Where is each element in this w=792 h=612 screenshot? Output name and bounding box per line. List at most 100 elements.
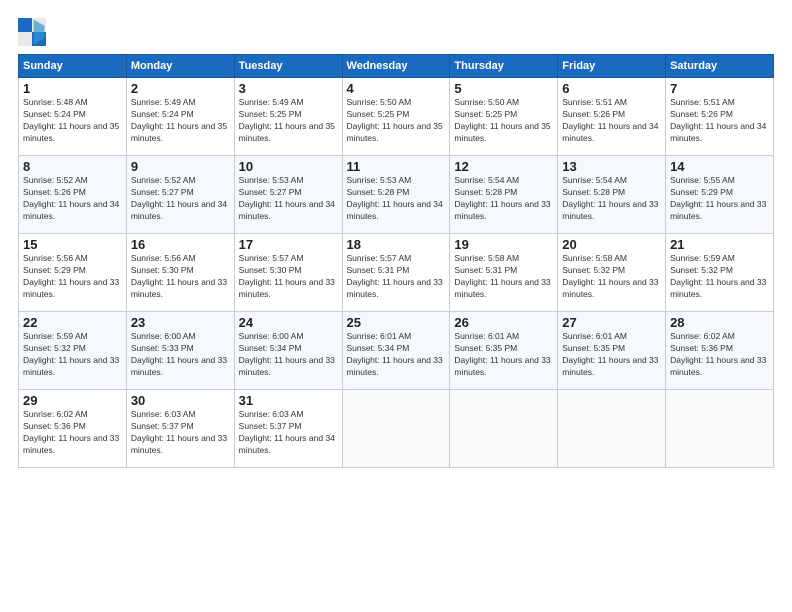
calendar-cell: 26 Sunrise: 6:01 AM Sunset: 5:35 PM Dayl… [450, 312, 558, 390]
calendar-cell: 24 Sunrise: 6:00 AM Sunset: 5:34 PM Dayl… [234, 312, 342, 390]
calendar-header-thursday: Thursday [450, 55, 558, 78]
calendar-cell: 11 Sunrise: 5:53 AM Sunset: 5:28 PM Dayl… [342, 156, 450, 234]
calendar-week-3: 15 Sunrise: 5:56 AM Sunset: 5:29 PM Dayl… [19, 234, 774, 312]
day-info: Sunrise: 5:50 AM Sunset: 5:25 PM Dayligh… [347, 97, 446, 145]
day-number: 23 [131, 315, 230, 330]
day-number: 12 [454, 159, 553, 174]
calendar-cell: 9 Sunrise: 5:52 AM Sunset: 5:27 PM Dayli… [126, 156, 234, 234]
calendar-header-friday: Friday [558, 55, 666, 78]
calendar-cell: 22 Sunrise: 5:59 AM Sunset: 5:32 PM Dayl… [19, 312, 127, 390]
day-number: 13 [562, 159, 661, 174]
day-info: Sunrise: 6:00 AM Sunset: 5:33 PM Dayligh… [131, 331, 230, 379]
calendar-cell: 23 Sunrise: 6:00 AM Sunset: 5:33 PM Dayl… [126, 312, 234, 390]
day-number: 4 [347, 81, 446, 96]
day-number: 22 [23, 315, 122, 330]
day-number: 3 [239, 81, 338, 96]
day-number: 17 [239, 237, 338, 252]
calendar-header-saturday: Saturday [666, 55, 774, 78]
page: SundayMondayTuesdayWednesdayThursdayFrid… [0, 0, 792, 478]
day-number: 8 [23, 159, 122, 174]
calendar-cell: 7 Sunrise: 5:51 AM Sunset: 5:26 PM Dayli… [666, 78, 774, 156]
calendar-cell [450, 390, 558, 468]
calendar-cell: 27 Sunrise: 6:01 AM Sunset: 5:35 PM Dayl… [558, 312, 666, 390]
day-number: 31 [239, 393, 338, 408]
day-info: Sunrise: 5:56 AM Sunset: 5:29 PM Dayligh… [23, 253, 122, 301]
calendar-cell: 16 Sunrise: 5:56 AM Sunset: 5:30 PM Dayl… [126, 234, 234, 312]
calendar-cell: 5 Sunrise: 5:50 AM Sunset: 5:25 PM Dayli… [450, 78, 558, 156]
day-number: 9 [131, 159, 230, 174]
calendar-cell: 19 Sunrise: 5:58 AM Sunset: 5:31 PM Dayl… [450, 234, 558, 312]
day-number: 28 [670, 315, 769, 330]
day-info: Sunrise: 5:57 AM Sunset: 5:31 PM Dayligh… [347, 253, 446, 301]
calendar-cell [342, 390, 450, 468]
day-info: Sunrise: 5:54 AM Sunset: 5:28 PM Dayligh… [454, 175, 553, 223]
day-info: Sunrise: 6:02 AM Sunset: 5:36 PM Dayligh… [670, 331, 769, 379]
calendar-cell: 10 Sunrise: 5:53 AM Sunset: 5:27 PM Dayl… [234, 156, 342, 234]
day-number: 10 [239, 159, 338, 174]
calendar-cell: 28 Sunrise: 6:02 AM Sunset: 5:36 PM Dayl… [666, 312, 774, 390]
day-info: Sunrise: 5:49 AM Sunset: 5:25 PM Dayligh… [239, 97, 338, 145]
day-info: Sunrise: 5:49 AM Sunset: 5:24 PM Dayligh… [131, 97, 230, 145]
day-number: 7 [670, 81, 769, 96]
calendar-cell: 30 Sunrise: 6:03 AM Sunset: 5:37 PM Dayl… [126, 390, 234, 468]
calendar-cell: 21 Sunrise: 5:59 AM Sunset: 5:32 PM Dayl… [666, 234, 774, 312]
calendar-cell: 15 Sunrise: 5:56 AM Sunset: 5:29 PM Dayl… [19, 234, 127, 312]
logo [18, 18, 50, 46]
calendar-cell: 25 Sunrise: 6:01 AM Sunset: 5:34 PM Dayl… [342, 312, 450, 390]
day-info: Sunrise: 6:01 AM Sunset: 5:35 PM Dayligh… [454, 331, 553, 379]
calendar-cell: 20 Sunrise: 5:58 AM Sunset: 5:32 PM Dayl… [558, 234, 666, 312]
calendar-cell: 4 Sunrise: 5:50 AM Sunset: 5:25 PM Dayli… [342, 78, 450, 156]
day-info: Sunrise: 5:59 AM Sunset: 5:32 PM Dayligh… [23, 331, 122, 379]
calendar-cell: 3 Sunrise: 5:49 AM Sunset: 5:25 PM Dayli… [234, 78, 342, 156]
day-number: 20 [562, 237, 661, 252]
day-number: 2 [131, 81, 230, 96]
day-info: Sunrise: 5:59 AM Sunset: 5:32 PM Dayligh… [670, 253, 769, 301]
calendar-header-monday: Monday [126, 55, 234, 78]
day-number: 14 [670, 159, 769, 174]
calendar-cell: 29 Sunrise: 6:02 AM Sunset: 5:36 PM Dayl… [19, 390, 127, 468]
day-info: Sunrise: 5:51 AM Sunset: 5:26 PM Dayligh… [562, 97, 661, 145]
day-number: 25 [347, 315, 446, 330]
day-info: Sunrise: 6:01 AM Sunset: 5:35 PM Dayligh… [562, 331, 661, 379]
calendar-cell [558, 390, 666, 468]
day-info: Sunrise: 6:03 AM Sunset: 5:37 PM Dayligh… [131, 409, 230, 457]
day-number: 6 [562, 81, 661, 96]
calendar-week-5: 29 Sunrise: 6:02 AM Sunset: 5:36 PM Dayl… [19, 390, 774, 468]
calendar-week-2: 8 Sunrise: 5:52 AM Sunset: 5:26 PM Dayli… [19, 156, 774, 234]
calendar-cell: 17 Sunrise: 5:57 AM Sunset: 5:30 PM Dayl… [234, 234, 342, 312]
day-info: Sunrise: 5:53 AM Sunset: 5:27 PM Dayligh… [239, 175, 338, 223]
calendar: SundayMondayTuesdayWednesdayThursdayFrid… [18, 54, 774, 468]
day-number: 30 [131, 393, 230, 408]
day-info: Sunrise: 5:52 AM Sunset: 5:27 PM Dayligh… [131, 175, 230, 223]
day-info: Sunrise: 5:58 AM Sunset: 5:32 PM Dayligh… [562, 253, 661, 301]
calendar-cell: 13 Sunrise: 5:54 AM Sunset: 5:28 PM Dayl… [558, 156, 666, 234]
calendar-cell: 2 Sunrise: 5:49 AM Sunset: 5:24 PM Dayli… [126, 78, 234, 156]
calendar-cell: 18 Sunrise: 5:57 AM Sunset: 5:31 PM Dayl… [342, 234, 450, 312]
calendar-week-4: 22 Sunrise: 5:59 AM Sunset: 5:32 PM Dayl… [19, 312, 774, 390]
calendar-header-tuesday: Tuesday [234, 55, 342, 78]
day-number: 24 [239, 315, 338, 330]
calendar-cell: 6 Sunrise: 5:51 AM Sunset: 5:26 PM Dayli… [558, 78, 666, 156]
calendar-cell: 8 Sunrise: 5:52 AM Sunset: 5:26 PM Dayli… [19, 156, 127, 234]
calendar-cell [666, 390, 774, 468]
day-number: 29 [23, 393, 122, 408]
day-info: Sunrise: 6:01 AM Sunset: 5:34 PM Dayligh… [347, 331, 446, 379]
day-number: 27 [562, 315, 661, 330]
day-number: 5 [454, 81, 553, 96]
calendar-header-row: SundayMondayTuesdayWednesdayThursdayFrid… [19, 55, 774, 78]
calendar-header-sunday: Sunday [19, 55, 127, 78]
day-info: Sunrise: 5:48 AM Sunset: 5:24 PM Dayligh… [23, 97, 122, 145]
calendar-cell: 1 Sunrise: 5:48 AM Sunset: 5:24 PM Dayli… [19, 78, 127, 156]
day-info: Sunrise: 5:50 AM Sunset: 5:25 PM Dayligh… [454, 97, 553, 145]
day-number: 18 [347, 237, 446, 252]
day-number: 11 [347, 159, 446, 174]
day-info: Sunrise: 5:51 AM Sunset: 5:26 PM Dayligh… [670, 97, 769, 145]
calendar-cell: 12 Sunrise: 5:54 AM Sunset: 5:28 PM Dayl… [450, 156, 558, 234]
day-number: 15 [23, 237, 122, 252]
day-number: 1 [23, 81, 122, 96]
day-info: Sunrise: 5:54 AM Sunset: 5:28 PM Dayligh… [562, 175, 661, 223]
calendar-cell: 31 Sunrise: 6:03 AM Sunset: 5:37 PM Dayl… [234, 390, 342, 468]
day-number: 21 [670, 237, 769, 252]
day-info: Sunrise: 5:56 AM Sunset: 5:30 PM Dayligh… [131, 253, 230, 301]
logo-icon [18, 18, 46, 46]
